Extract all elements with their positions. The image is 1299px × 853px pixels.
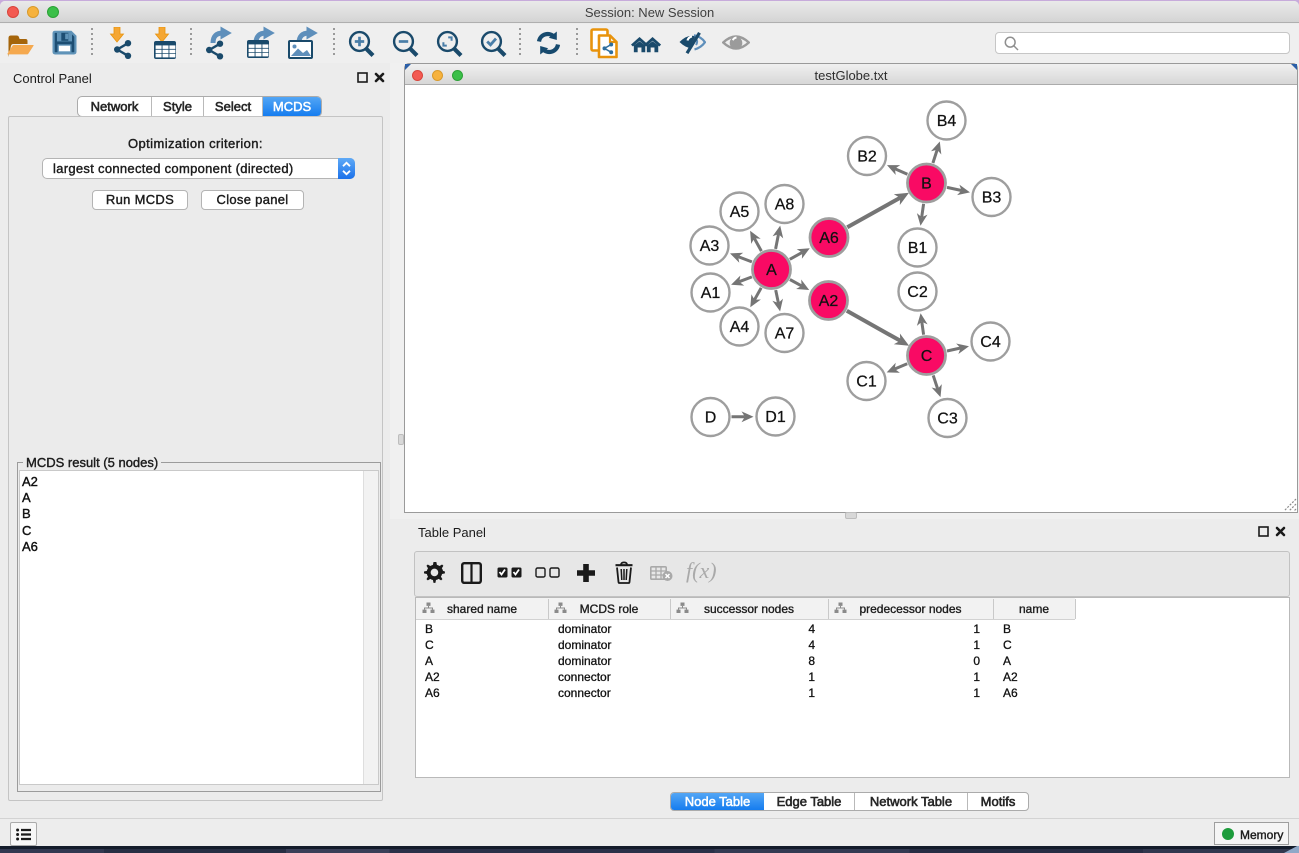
svg-text:B3: B3 bbox=[982, 190, 1002, 207]
svg-text:B4: B4 bbox=[937, 113, 957, 130]
svg-text:B1: B1 bbox=[908, 240, 928, 257]
svg-text:C1: C1 bbox=[856, 374, 877, 391]
svg-text:B2: B2 bbox=[857, 149, 877, 166]
svg-text:C: C bbox=[921, 348, 933, 365]
svg-text:A1: A1 bbox=[701, 285, 721, 302]
svg-text:A: A bbox=[766, 262, 777, 279]
svg-text:C4: C4 bbox=[980, 334, 1001, 351]
svg-text:C2: C2 bbox=[907, 284, 928, 301]
svg-text:A8: A8 bbox=[775, 197, 795, 214]
svg-text:A7: A7 bbox=[775, 326, 795, 343]
svg-text:C3: C3 bbox=[937, 411, 958, 428]
svg-text:D: D bbox=[705, 410, 717, 427]
svg-text:A5: A5 bbox=[730, 204, 750, 221]
svg-text:B: B bbox=[921, 176, 932, 193]
svg-text:A3: A3 bbox=[700, 238, 720, 255]
svg-text:D1: D1 bbox=[765, 409, 786, 426]
svg-text:A6: A6 bbox=[819, 230, 839, 247]
svg-text:A2: A2 bbox=[819, 293, 839, 310]
svg-text:A4: A4 bbox=[730, 319, 750, 336]
